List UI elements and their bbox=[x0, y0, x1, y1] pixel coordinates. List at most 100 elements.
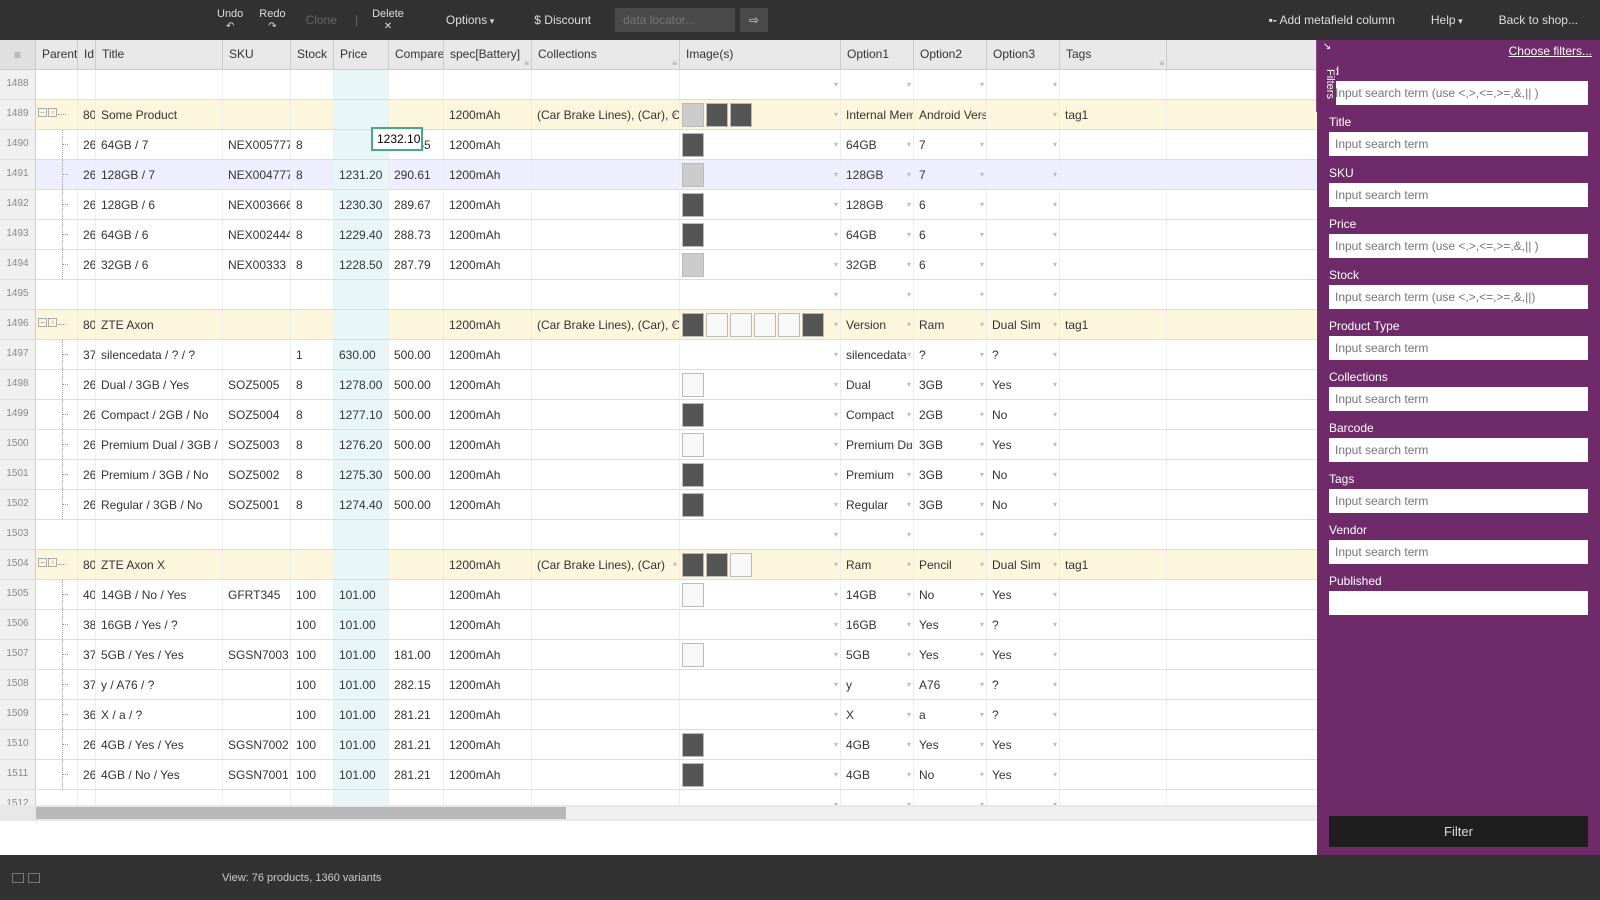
cell-compare[interactable]: 281.21 bbox=[389, 730, 444, 759]
filter-input-barcode[interactable] bbox=[1329, 438, 1588, 462]
dropdown-icon[interactable]: ▾ bbox=[980, 680, 984, 689]
dropdown-icon[interactable]: ▾ bbox=[980, 110, 984, 119]
cell-option1[interactable]: 64GB▾ bbox=[841, 220, 914, 249]
cell-collections[interactable] bbox=[532, 520, 680, 549]
dropdown-icon[interactable]: ▾ bbox=[1053, 230, 1057, 239]
cell-option3[interactable]: ▾ bbox=[987, 100, 1060, 129]
image-thumb[interactable] bbox=[730, 553, 752, 577]
cell-images[interactable]: ▾ bbox=[680, 130, 841, 159]
redo-button[interactable]: Redo↷ bbox=[253, 6, 291, 34]
cell-title[interactable]: 64GB / 7 bbox=[96, 130, 223, 159]
table-row[interactable]: 1510264GB / Yes / YesSGSN7002100101.0028… bbox=[0, 730, 1317, 760]
back-to-shop-button[interactable]: Back to shop... bbox=[1489, 7, 1588, 33]
filter-input-title[interactable] bbox=[1329, 132, 1588, 156]
dropdown-icon[interactable]: ▾ bbox=[834, 320, 838, 329]
cell-option2[interactable]: 3GB▾ bbox=[914, 460, 987, 489]
cell-title[interactable]: 128GB / 7 bbox=[96, 160, 223, 189]
cell-price[interactable]: 101.00 bbox=[334, 580, 389, 609]
cell-price[interactable] bbox=[334, 520, 389, 549]
dropdown-icon[interactable]: ▾ bbox=[907, 320, 911, 329]
cell-sku[interactable]: SOZ5005 bbox=[223, 370, 291, 399]
dropdown-icon[interactable]: ▾ bbox=[1053, 620, 1057, 629]
tree-cell[interactable] bbox=[36, 430, 78, 459]
filter-input-collections[interactable] bbox=[1329, 387, 1588, 411]
cell-collections[interactable] bbox=[532, 490, 680, 519]
dropdown-icon[interactable]: ▾ bbox=[980, 170, 984, 179]
dropdown-icon[interactable]: ▾ bbox=[1053, 770, 1057, 779]
cell-option2[interactable]: 3GB▾ bbox=[914, 490, 987, 519]
image-thumb[interactable] bbox=[682, 583, 704, 607]
cell-price[interactable]: 630.00 bbox=[334, 340, 389, 369]
image-thumb[interactable] bbox=[730, 103, 752, 127]
table-row[interactable]: 1489−▫80!Some Product1200mAh(Car Brake L… bbox=[0, 100, 1317, 130]
cell-spec[interactable]: 1200mAh bbox=[444, 340, 532, 369]
dropdown-icon[interactable]: ▾ bbox=[907, 410, 911, 419]
dropdown-icon[interactable]: ▾ bbox=[834, 80, 838, 89]
cell-compare[interactable] bbox=[389, 280, 444, 309]
dropdown-icon[interactable]: ▾ bbox=[980, 710, 984, 719]
dropdown-icon[interactable]: ▾ bbox=[980, 590, 984, 599]
cell-stock[interactable]: 8 bbox=[291, 460, 334, 489]
cell-tags[interactable] bbox=[1060, 610, 1167, 639]
image-thumb[interactable] bbox=[682, 253, 704, 277]
cell-id[interactable]: 37! bbox=[78, 340, 96, 369]
dropdown-icon[interactable]: ▾ bbox=[980, 200, 984, 209]
cell-option1[interactable]: Dual▾ bbox=[841, 370, 914, 399]
cell-sku[interactable] bbox=[223, 550, 291, 579]
cell-collections[interactable] bbox=[532, 190, 680, 219]
col-menu-icon[interactable]: ≡ bbox=[672, 59, 677, 68]
menu-icon[interactable]: ≡ bbox=[0, 40, 36, 69]
image-thumb[interactable] bbox=[730, 313, 752, 337]
choose-filters-link[interactable]: Choose filters... bbox=[1509, 44, 1592, 58]
dropdown-icon[interactable]: ▾ bbox=[834, 380, 838, 389]
cell-option2[interactable]: Yes▾ bbox=[914, 730, 987, 759]
tree-cell[interactable] bbox=[36, 760, 78, 789]
cell-option2[interactable]: No▾ bbox=[914, 580, 987, 609]
cell-sku[interactable]: SGSN7003 bbox=[223, 640, 291, 669]
cell-tags[interactable] bbox=[1060, 370, 1167, 399]
image-thumb[interactable] bbox=[682, 103, 704, 127]
cell-option1[interactable]: 128GB▾ bbox=[841, 190, 914, 219]
row-number[interactable]: 1510 bbox=[0, 730, 36, 759]
cell-spec[interactable]: 1200mAh bbox=[444, 400, 532, 429]
tree-cell[interactable] bbox=[36, 460, 78, 489]
dropdown-icon[interactable]: ▾ bbox=[980, 260, 984, 269]
cell-id[interactable]: 40! bbox=[78, 580, 96, 609]
tree-cell[interactable] bbox=[36, 220, 78, 249]
dropdown-icon[interactable]: ▾ bbox=[980, 740, 984, 749]
table-row[interactable]: 1507375GB / Yes / YesSGSN7003100101.0018… bbox=[0, 640, 1317, 670]
cell-option1[interactable]: X▾ bbox=[841, 700, 914, 729]
cell-option2[interactable]: Pencil▾ bbox=[914, 550, 987, 579]
dropdown-icon[interactable]: ▾ bbox=[907, 560, 911, 569]
table-row[interactable]: 1496−▫80!ZTE Axon1200mAh(Car Brake Lines… bbox=[0, 310, 1317, 340]
cell-option2[interactable]: ▾ bbox=[914, 70, 987, 99]
cell-compare[interactable]: 287.79 bbox=[389, 250, 444, 279]
cell-stock[interactable]: 100 bbox=[291, 700, 334, 729]
cell-collections[interactable] bbox=[532, 580, 680, 609]
cell-option1[interactable]: 5GB▾ bbox=[841, 640, 914, 669]
cell-id[interactable]: 26 bbox=[78, 430, 96, 459]
cell-id[interactable]: 26 bbox=[78, 370, 96, 399]
col-stock[interactable]: Stock bbox=[291, 40, 334, 69]
cell-stock[interactable]: 100 bbox=[291, 730, 334, 759]
cell-price[interactable] bbox=[334, 280, 389, 309]
cell-price[interactable] bbox=[334, 70, 389, 99]
dropdown-icon[interactable]: ▾ bbox=[834, 590, 838, 599]
dropdown-icon[interactable]: ▾ bbox=[1053, 140, 1057, 149]
table-row[interactable]: 14932664GB / 6NEX00244481229.40288.73120… bbox=[0, 220, 1317, 250]
dropdown-icon[interactable]: ▾ bbox=[673, 320, 677, 329]
row-number[interactable]: 1498 bbox=[0, 370, 36, 399]
cell-price[interactable]: 101.00 bbox=[334, 700, 389, 729]
cell-stock[interactable]: 8 bbox=[291, 400, 334, 429]
table-row[interactable]: 14942632GB / 6NEX0033381228.50287.791200… bbox=[0, 250, 1317, 280]
dropdown-icon[interactable]: ▾ bbox=[980, 230, 984, 239]
dropdown-icon[interactable]: ▾ bbox=[980, 80, 984, 89]
cell-price[interactable]: 1230.30 bbox=[334, 190, 389, 219]
cell-collections[interactable] bbox=[532, 670, 680, 699]
cell-title[interactable]: Premium Dual / 3GB / bbox=[96, 430, 223, 459]
cell-id[interactable]: 26 bbox=[78, 730, 96, 759]
cell-editor[interactable]: 1232.10 bbox=[371, 127, 423, 151]
dropdown-icon[interactable]: ▾ bbox=[1053, 110, 1057, 119]
tree-cell[interactable] bbox=[36, 490, 78, 519]
image-thumb[interactable] bbox=[682, 553, 704, 577]
